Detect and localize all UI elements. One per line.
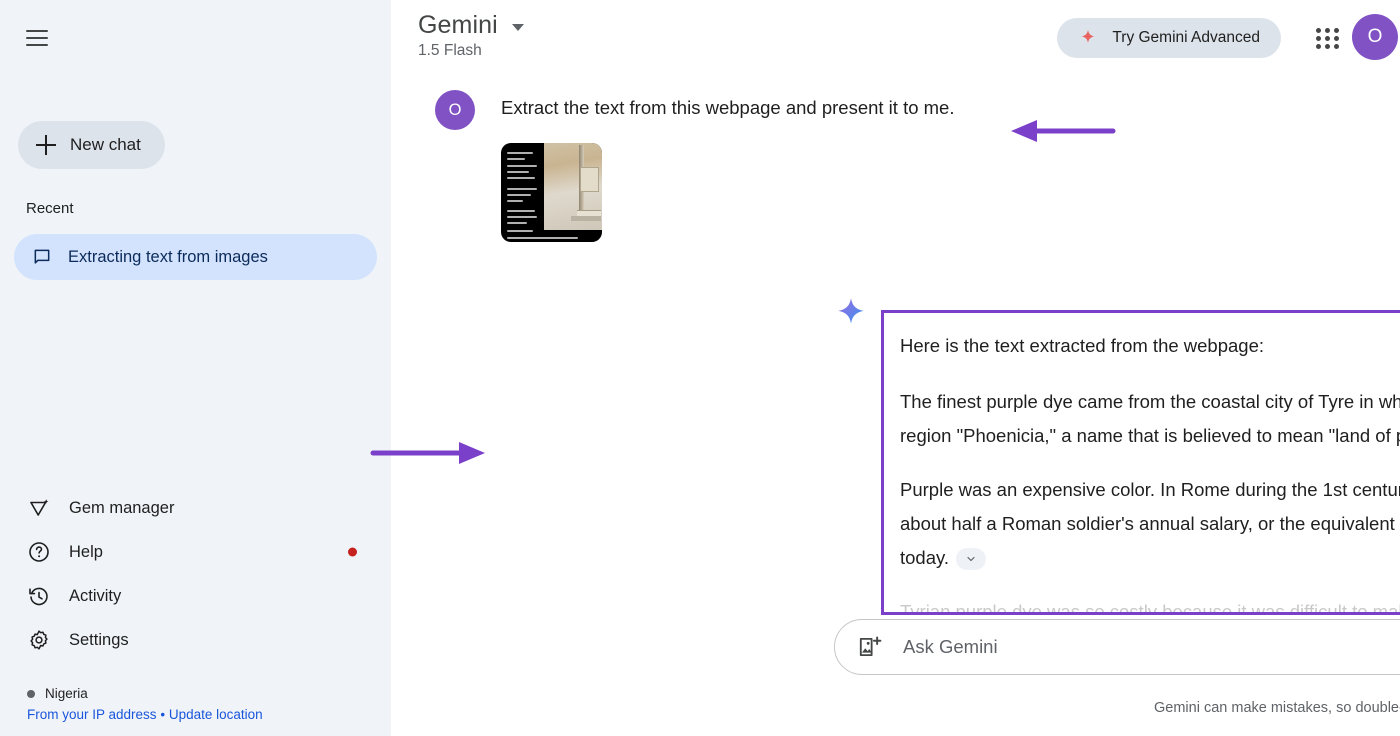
- sparkle-icon: [1081, 29, 1095, 43]
- gem-icon: [30, 499, 49, 516]
- thumbnail-fresco-image: [544, 142, 602, 230]
- hamburger-bar: [26, 44, 48, 46]
- plus-icon: [36, 135, 56, 155]
- expand-response-button[interactable]: [956, 548, 987, 571]
- thumbnail-text-line: [507, 230, 534, 232]
- apps-dot: [1325, 43, 1330, 49]
- composer-bar[interactable]: [834, 619, 1400, 675]
- add-image-icon[interactable]: [857, 634, 883, 660]
- attachment-thumbnail[interactable]: [501, 142, 602, 242]
- google-apps-grid-icon[interactable]: [1316, 26, 1340, 50]
- conversation-thread: O Extract the text from this webpage and…: [391, 80, 1400, 324]
- try-gemini-advanced-button[interactable]: Try Gemini Advanced: [1057, 18, 1281, 58]
- new-chat-button[interactable]: New chat: [18, 121, 165, 169]
- thumbnail-text-line: [507, 194, 532, 197]
- brand-block: Gemini 1.5 Flash: [418, 11, 524, 60]
- assistant-response-highlight-box: Here is the text extracted from the webp…: [881, 310, 1400, 615]
- thumbnail-shelf: [576, 209, 601, 217]
- apps-dot: [1316, 43, 1321, 49]
- page-title: Gemini: [418, 11, 498, 39]
- chevron-down-icon: [511, 24, 524, 31]
- sidebar-item-label: Activity: [69, 586, 122, 605]
- thumbnail-text-line: [507, 176, 536, 179]
- location-info: Nigeria From your IP address • Update lo…: [27, 686, 263, 722]
- sidebar: New chat Recent Extracting text from ima…: [0, 0, 391, 736]
- model-name: 1.5 Flash: [418, 42, 482, 59]
- gear-icon: [30, 630, 48, 650]
- location-separator: •: [160, 707, 166, 722]
- thumbnail-text-line: [507, 200, 524, 203]
- assistant-faded-paragraph: Tyrian purple dye was so costly because …: [900, 601, 1400, 615]
- assistant-paragraph: Here is the text extracted from the webp…: [900, 335, 1265, 356]
- update-location-link[interactable]: Update location: [169, 707, 263, 722]
- thumbnail-text-line: [507, 151, 534, 154]
- recent-section-label: Recent: [26, 200, 74, 217]
- chat-bubble-icon: [34, 249, 50, 264]
- thumbnail-text-line: [507, 170, 530, 173]
- help-circle-icon: [29, 542, 49, 562]
- chevron-down-icon: [967, 557, 975, 562]
- assistant-paragraph: The finest purple dye came from the coas…: [900, 391, 1400, 446]
- model-selector[interactable]: Gemini: [418, 11, 524, 40]
- hamburger-bar: [26, 30, 48, 32]
- location-source-text: From your IP address: [27, 707, 157, 722]
- thumbnail-caption-bar: [570, 216, 601, 222]
- top-bar: Gemini 1.5 Flash Try Gemini Advanced O: [391, 0, 1400, 80]
- thumbnail-text-line: [507, 210, 536, 213]
- sidebar-item-label: Settings: [69, 630, 129, 649]
- apps-dot: [1325, 27, 1330, 33]
- sidebar-item-settings[interactable]: Settings: [0, 618, 391, 662]
- sidebar-item-label: Help: [69, 542, 103, 561]
- thumbnail-text-line: [507, 222, 528, 225]
- history-clock-icon: [29, 587, 48, 606]
- account-avatar[interactable]: O: [1352, 14, 1398, 60]
- sidebar-item-label: Gem manager: [69, 498, 175, 517]
- apps-dot: [1334, 43, 1339, 49]
- thumbnail-text-line: [507, 188, 538, 191]
- thumbnail-text-line: [507, 157, 526, 160]
- sidebar-item-activity[interactable]: Activity: [0, 574, 391, 618]
- gemini-sparkle-icon: [834, 296, 868, 330]
- try-gemini-advanced-label: Try Gemini Advanced: [1112, 29, 1260, 46]
- gemini-app-window: New chat Recent Extracting text from ima…: [0, 0, 1400, 736]
- thumbnail-text-line: [507, 216, 538, 219]
- sidebar-bottom-nav: Gem manager Help Activity Settings: [0, 486, 391, 662]
- sidebar-item-gem-manager[interactable]: Gem manager: [0, 486, 391, 530]
- sidebar-item-help[interactable]: Help: [0, 530, 391, 574]
- thumbnail-fresco-panel: [580, 167, 600, 192]
- hamburger-bar: [26, 37, 48, 39]
- apps-dot: [1334, 35, 1339, 41]
- apps-dot: [1316, 35, 1321, 41]
- ask-gemini-input[interactable]: [903, 636, 1400, 658]
- help-notification-badge: [348, 547, 357, 557]
- hamburger-menu-icon[interactable]: [26, 24, 58, 52]
- thumbnail-text-line: [507, 236, 578, 239]
- user-message: O Extract the text from this webpage and…: [391, 80, 1400, 242]
- location-pin-dot-icon: [27, 689, 35, 698]
- thumbnail-text-line: [507, 164, 538, 167]
- apps-dot: [1334, 27, 1339, 33]
- main-content: Gemini 1.5 Flash Try Gemini Advanced O O…: [370, 0, 1400, 736]
- apps-dot: [1316, 27, 1321, 33]
- disclaimer-text: Gemini can make mistakes, so double-chec…: [1154, 700, 1400, 716]
- location-country: Nigeria: [45, 686, 88, 701]
- new-chat-label: New chat: [70, 135, 141, 154]
- assistant-paragraph-with-expand: Purple was an expensive color. In Rome d…: [900, 473, 1400, 575]
- sidebar-item-label: Extracting text from images: [68, 247, 268, 266]
- sidebar-item-extracting-text-from-images[interactable]: Extracting text from images: [14, 234, 377, 280]
- apps-dot: [1325, 35, 1330, 41]
- user-message-text: Extract the text from this webpage and p…: [501, 97, 955, 118]
- user-avatar: O: [435, 90, 475, 130]
